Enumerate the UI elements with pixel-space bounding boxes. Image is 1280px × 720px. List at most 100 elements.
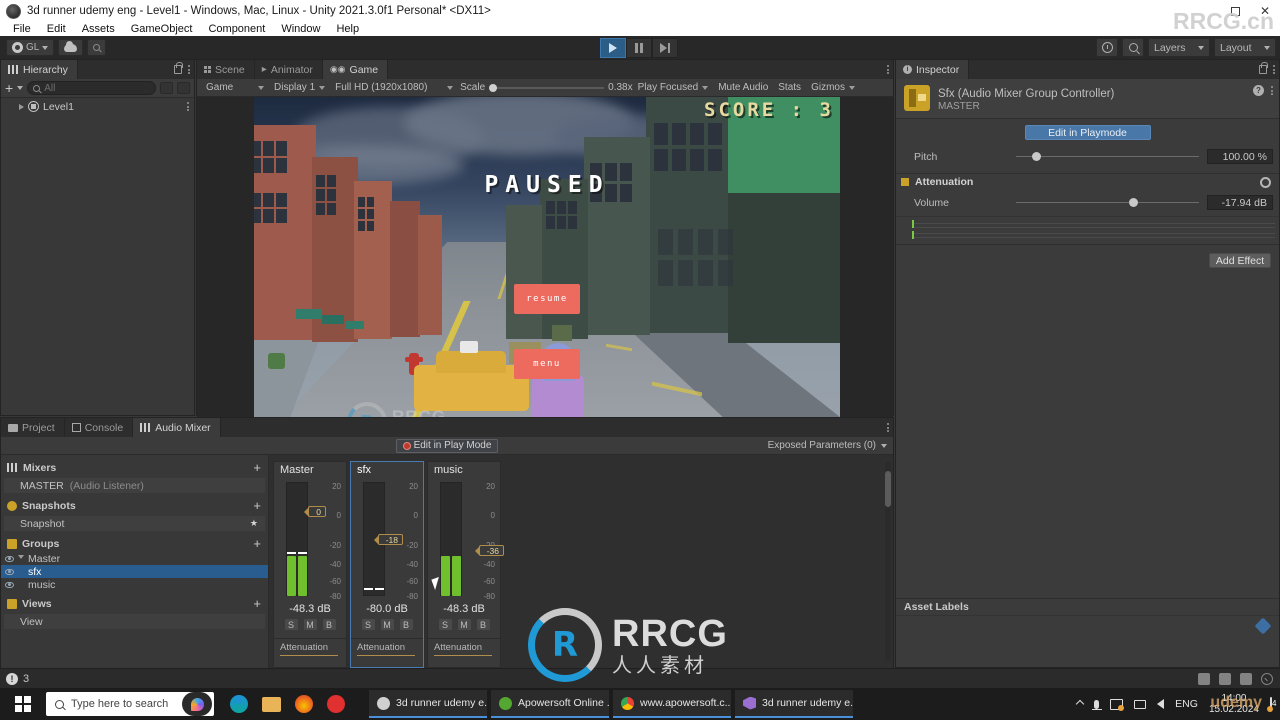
pitch-value[interactable]: 100.00 % xyxy=(1207,149,1273,164)
notification-center-button[interactable]: 4 xyxy=(1270,697,1276,711)
add-mixer-button[interactable]: + xyxy=(253,461,261,474)
taskbar-app-unity[interactable]: 3d runner udemy e... xyxy=(369,690,487,718)
hierarchy-search-input[interactable]: All xyxy=(27,81,156,95)
strip-fader-zone[interactable]: 20 0 -20 -40 -60 -80 0 xyxy=(274,478,346,601)
language-indicator[interactable]: ENG xyxy=(1175,698,1198,710)
fader-thumb[interactable]: -36 xyxy=(474,545,504,556)
mixer-item-master[interactable]: MASTER (Audio Listener) xyxy=(4,478,265,493)
account-button[interactable]: GL xyxy=(6,39,55,56)
mixer-vertical-scrollbar[interactable] xyxy=(885,461,891,661)
volume-knob[interactable] xyxy=(1129,197,1139,207)
edge-icon[interactable] xyxy=(230,695,248,713)
add-view-button[interactable]: + xyxy=(253,597,261,610)
group-item-master[interactable]: Master xyxy=(1,552,268,565)
strip-fader-zone[interactable]: 20 0 -20 -40 -60 -80 -18 xyxy=(351,478,423,601)
effect-toggle-icon[interactable] xyxy=(901,178,909,186)
group-item-sfx[interactable]: sfx xyxy=(1,565,268,578)
edit-in-play-mode-button[interactable]: Edit in Play Mode xyxy=(395,438,499,453)
stats-toggle[interactable]: Stats xyxy=(773,80,806,95)
add-group-button[interactable]: + xyxy=(253,537,261,550)
hierarchy-item-level1[interactable]: Level1 xyxy=(1,98,194,115)
snapshot-item[interactable]: Snapshot ★ xyxy=(4,516,265,531)
menu-button[interactable]: menu xyxy=(514,349,580,379)
tab-hierarchy[interactable]: Hierarchy xyxy=(1,60,78,79)
layout-dropdown[interactable]: Layout xyxy=(1214,38,1276,57)
gameview-mode-dropdown[interactable]: Game xyxy=(201,80,269,95)
panel-menu-icon[interactable] xyxy=(887,423,889,432)
pause-button[interactable] xyxy=(626,38,652,58)
playmode-focus-dropdown[interactable]: Play Focused xyxy=(633,80,714,95)
game-canvas[interactable]: SCORE : 3 PAUSED resume menu xyxy=(254,97,840,417)
resume-button[interactable]: resume xyxy=(514,284,580,314)
menu-file[interactable]: File xyxy=(5,23,39,35)
mixer-strip-master[interactable]: Master 20 0 -20 -40 -60 -80 0 -48.3 dB S… xyxy=(273,461,347,668)
exposed-parameters-dropdown[interactable]: Exposed Parameters (0) xyxy=(768,440,887,451)
taskbar-app-apowersoft[interactable]: Apowersoft Online ... xyxy=(491,690,609,718)
asset-labels-body[interactable] xyxy=(896,615,1279,637)
bake-icon[interactable] xyxy=(1198,672,1210,685)
volume-slider[interactable] xyxy=(1016,197,1199,207)
taskbar-search-input[interactable]: Type here to search xyxy=(46,692,214,716)
menu-edit[interactable]: Edit xyxy=(39,23,74,35)
scale-track[interactable] xyxy=(489,83,605,92)
label-tag-icon[interactable] xyxy=(1254,617,1272,635)
mixer-strip-music[interactable]: music 20 0 -20 -40 -60 -80 - xyxy=(427,461,504,668)
show-hidden-icons-button[interactable] xyxy=(1075,699,1085,709)
opera-icon[interactable] xyxy=(327,695,345,713)
step-button[interactable] xyxy=(652,38,678,58)
mixer-strip-sfx[interactable]: sfx 20 0 -20 -40 -60 -80 -18 -80.0 dB S … xyxy=(350,461,424,668)
layers-stack-icon[interactable] xyxy=(1219,672,1231,685)
resolution-dropdown[interactable]: Full HD (1920x1080) xyxy=(330,80,458,95)
solo-button[interactable]: S xyxy=(360,618,376,631)
display-dropdown[interactable]: Display 1 xyxy=(269,80,330,95)
search-button[interactable] xyxy=(1122,38,1144,57)
pitch-knob[interactable] xyxy=(1032,151,1042,161)
cloud-button[interactable] xyxy=(58,39,84,56)
add-effect-button[interactable]: Add Effect xyxy=(1209,253,1271,268)
menu-help[interactable]: Help xyxy=(328,23,367,35)
volume-icon[interactable] xyxy=(1157,699,1165,709)
menu-gameobject[interactable]: GameObject xyxy=(123,23,201,35)
mute-button[interactable]: M xyxy=(302,618,318,631)
bypass-button[interactable]: B xyxy=(475,618,491,631)
tab-game[interactable]: ◉◉ Game xyxy=(322,60,389,79)
volume-value[interactable]: -17.94 dB xyxy=(1207,195,1273,210)
solo-button[interactable]: S xyxy=(437,618,453,631)
mute-button[interactable]: M xyxy=(456,618,472,631)
menu-component[interactable]: Component xyxy=(200,23,273,35)
item-menu-icon[interactable] xyxy=(187,102,189,111)
scene-visibility-icon[interactable] xyxy=(160,82,173,94)
cloud-status-icon[interactable] xyxy=(1240,672,1252,685)
tab-console[interactable]: Console xyxy=(65,418,134,437)
tab-project[interactable]: Project xyxy=(1,418,65,437)
bypass-button[interactable]: B xyxy=(398,618,414,631)
eye-icon[interactable] xyxy=(5,568,14,575)
strip-effect-attenuation[interactable]: Attenuation xyxy=(274,638,346,656)
hierarchy-add-button[interactable]: + xyxy=(5,81,13,95)
menu-assets[interactable]: Assets xyxy=(74,23,123,35)
panel-menu-icon[interactable] xyxy=(887,65,889,74)
tab-scene[interactable]: Scene xyxy=(197,60,255,79)
chevron-down-icon[interactable] xyxy=(17,86,24,90)
eye-icon[interactable] xyxy=(5,581,14,588)
microphone-icon[interactable] xyxy=(1091,699,1102,710)
solo-button[interactable]: S xyxy=(283,618,299,631)
firefox-icon[interactable] xyxy=(295,695,313,713)
strip-effect-attenuation[interactable]: Attenuation xyxy=(428,638,500,656)
tab-animator[interactable]: ▸ Animator xyxy=(255,60,323,79)
play-button[interactable] xyxy=(600,38,626,58)
check-status-icon[interactable] xyxy=(1261,672,1273,685)
menu-window[interactable]: Window xyxy=(273,23,328,35)
taskbar-app-visualstudio[interactable]: 3d runner udemy e... xyxy=(735,690,853,718)
undo-history-button[interactable] xyxy=(1096,38,1118,57)
group-item-music[interactable]: music xyxy=(1,578,268,591)
tab-audio-mixer[interactable]: Audio Mixer xyxy=(133,418,221,437)
network-icon[interactable] xyxy=(1134,699,1147,709)
fader-thumb[interactable]: -18 xyxy=(373,534,403,545)
tab-inspector[interactable]: i Inspector xyxy=(896,60,970,79)
copilot-button[interactable] xyxy=(182,692,212,716)
gear-icon[interactable] xyxy=(1260,176,1271,188)
chevron-right-icon[interactable] xyxy=(19,103,24,110)
edit-in-playmode-button[interactable]: Edit in Playmode xyxy=(1024,125,1151,140)
panel-menu-icon[interactable] xyxy=(1273,65,1275,74)
